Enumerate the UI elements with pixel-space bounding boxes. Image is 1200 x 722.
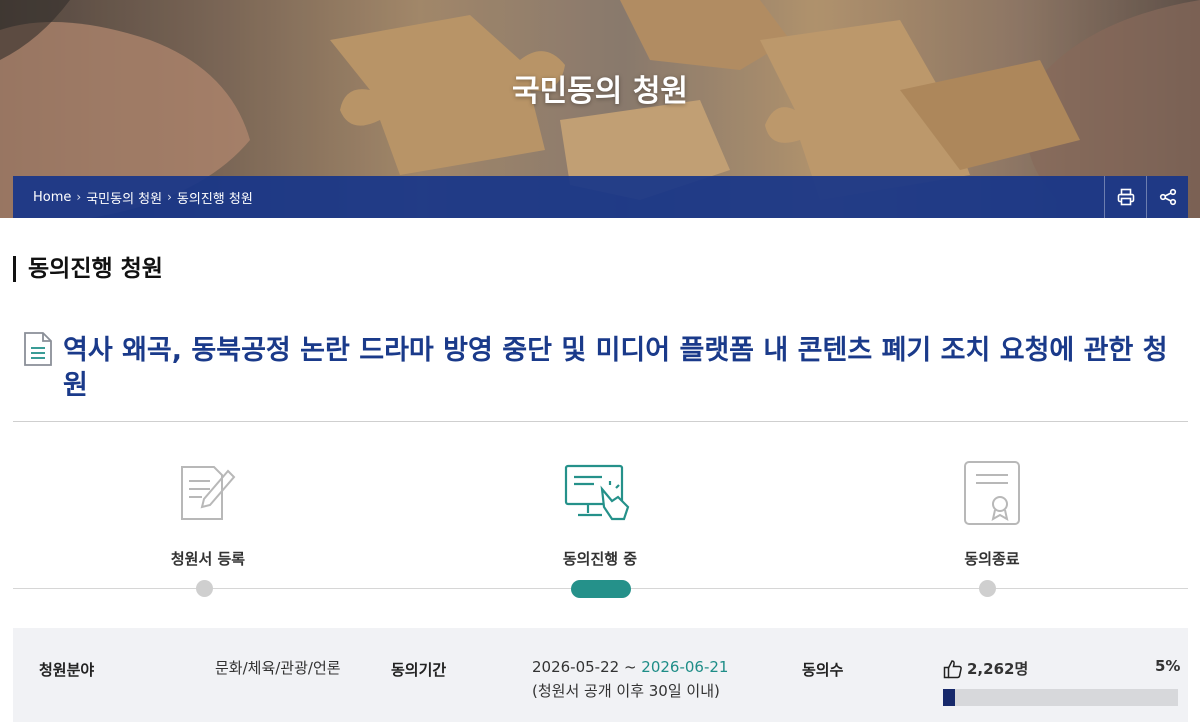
- progress-percent: 5%: [1155, 657, 1181, 675]
- step-registered: 청원서 등록: [108, 458, 308, 569]
- step-ended: 동의종료: [892, 458, 1092, 569]
- document-icon: [24, 332, 52, 366]
- period-end: 2026-06-21: [641, 658, 729, 676]
- count-value: 2,262명: [943, 658, 1028, 679]
- breadcrumb-home[interactable]: Home: [33, 190, 71, 205]
- hero-banner: 국민동의 청원 Home › 국민동의 청원 › 동의진행 청원: [0, 0, 1200, 218]
- count-label: 동의수: [802, 661, 844, 679]
- petition-info-panel: 청원분야 문화/체육/관광/언론 동의기간 2026-05-22 ~ 2026-…: [13, 628, 1188, 722]
- petition-title: 역사 왜곡, 동북공정 논란 드라마 방영 중단 및 미디어 플랫폼 내 콘텐츠…: [63, 335, 1168, 401]
- share-icon: [1159, 188, 1176, 206]
- step-label: 동의종료: [964, 550, 1020, 568]
- divider: [13, 421, 1188, 422]
- step-indicator-current: [571, 580, 631, 598]
- step-dot-ended: [979, 580, 996, 597]
- thumbs-up-icon: [943, 659, 962, 678]
- category-value: 문화/체육/관광/언론: [215, 659, 341, 677]
- period-note: (청원서 공개 이후 30일 이내): [532, 682, 720, 700]
- count-number: 2,262명: [967, 660, 1029, 678]
- breadcrumb-separator: ›: [76, 190, 82, 204]
- certificate-icon: [964, 461, 1020, 525]
- section-title: 동의진행 청원: [13, 256, 163, 282]
- document-pen-icon: [181, 466, 236, 520]
- share-button[interactable]: [1146, 176, 1188, 218]
- breadcrumb-bar: Home › 국민동의 청원 › 동의진행 청원: [13, 176, 1188, 218]
- breadcrumb: Home › 국민동의 청원 › 동의진행 청원: [13, 188, 1104, 207]
- progress-bar: [943, 689, 1178, 706]
- step-dot-registered: [196, 580, 213, 597]
- period-separator: ~: [619, 658, 642, 676]
- progress-bar-fill: [943, 689, 955, 706]
- monitor-click-icon: [564, 464, 630, 521]
- step-in-progress: 동의진행 중: [500, 458, 700, 569]
- hero-title: 국민동의 청원: [511, 74, 689, 109]
- printer-icon: [1117, 188, 1134, 206]
- category-label: 청원분야: [39, 661, 95, 679]
- step-label: 동의진행 중: [562, 550, 638, 568]
- period-value: 2026-05-22 ~ 2026-06-21: [532, 658, 728, 676]
- period-label: 동의기간: [391, 661, 447, 679]
- period-start: 2026-05-22: [532, 658, 620, 676]
- breadcrumb-current[interactable]: 동의진행 청원: [177, 188, 253, 207]
- breadcrumb-separator: ›: [167, 190, 172, 204]
- breadcrumb-petitions[interactable]: 국민동의 청원: [86, 188, 162, 207]
- print-button[interactable]: [1104, 176, 1146, 218]
- step-label: 청원서 등록: [170, 550, 246, 568]
